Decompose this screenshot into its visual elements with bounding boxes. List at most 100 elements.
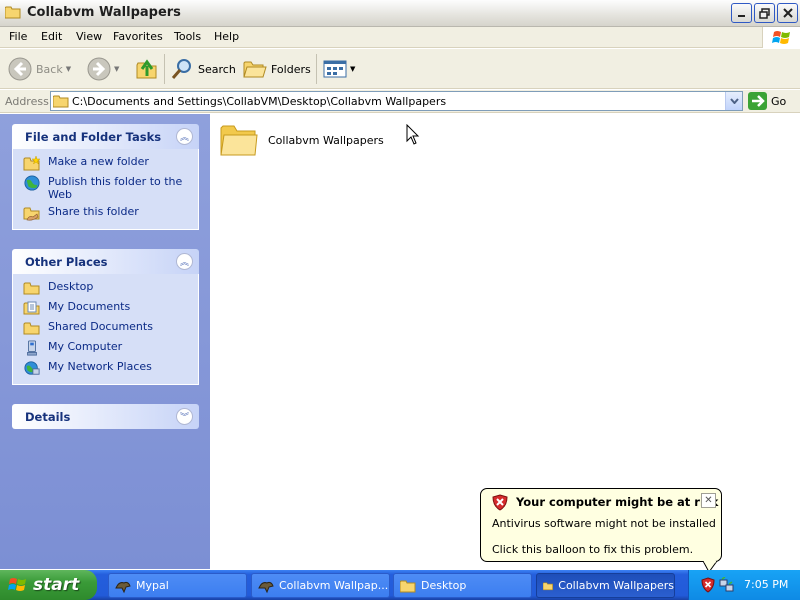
place-label[interactable]: Shared Documents [48, 320, 153, 333]
panel-header[interactable]: File and Folder Tasks ︽ [12, 124, 199, 149]
menu-favorites[interactable]: Favorites [113, 30, 163, 43]
taskbar-button-collabvm-browser[interactable]: Collabvm Wallpap... [251, 573, 390, 598]
file-folder-tasks-panel: File and Folder Tasks ︽ Make a new folde… [12, 124, 199, 230]
windows-logo-icon [8, 578, 26, 591]
address-bar: Address C:\Documents and Settings\Collab… [0, 90, 800, 113]
collapse-up-icon[interactable]: ︽ [176, 128, 193, 145]
shield-icon [492, 494, 508, 511]
toolbar-separator [316, 54, 317, 84]
folders-icon [243, 61, 267, 78]
taskbar-button-label: Desktop [421, 579, 467, 592]
task-label[interactable]: Make a new folder [48, 155, 149, 168]
folder-icon [543, 581, 553, 590]
menu-tools[interactable]: Tools [174, 30, 201, 43]
menu-help[interactable]: Help [214, 30, 239, 43]
collapse-up-icon[interactable]: ︽ [176, 253, 193, 270]
folder-icon [400, 580, 416, 592]
place-label[interactable]: My Computer [48, 340, 122, 353]
address-path: C:\Documents and Settings\CollabVM\Deskt… [72, 95, 447, 108]
chevron-down-icon[interactable]: ▼ [66, 65, 71, 73]
address-label: Address [5, 95, 49, 108]
panel-title: Other Places [25, 255, 108, 269]
go-button[interactable]: Go [748, 92, 786, 110]
place-label[interactable]: My Documents [48, 300, 130, 313]
panel-title: Details [25, 410, 71, 424]
close-icon[interactable]: ✕ [701, 493, 716, 508]
title-bar[interactable]: Collabvm Wallpapers [0, 0, 800, 27]
expand-down-icon[interactable]: ︾ [176, 408, 193, 425]
task-label[interactable]: Publish this folder to the Web [48, 175, 198, 201]
taskbar-button-label: Collabvm Wallpap... [279, 579, 389, 592]
taskbar-button-desktop[interactable]: Desktop [393, 573, 532, 598]
menu-edit[interactable]: Edit [41, 30, 62, 43]
panel-header[interactable]: Other Places ︽ [12, 249, 199, 274]
back-button[interactable]: Back ▼ [8, 54, 71, 84]
task-label[interactable]: Share this folder [48, 205, 139, 218]
place-my-documents[interactable]: My Documents [23, 300, 198, 316]
windows-logo-icon [762, 27, 800, 48]
menu-bar: File Edit View Favorites Tools Help [0, 27, 800, 48]
new-folder-icon [23, 155, 41, 171]
task-pane: File and Folder Tasks ︽ Make a new folde… [0, 114, 210, 569]
forward-arrow-icon [87, 57, 111, 81]
address-dropdown-button[interactable] [725, 92, 742, 110]
balloon-message: Antivirus software might not be installe… [492, 517, 716, 530]
minimize-icon [737, 15, 745, 17]
go-label: Go [771, 94, 787, 108]
place-label[interactable]: Desktop [48, 280, 93, 293]
details-panel: Details ︾ [12, 404, 199, 429]
panel-header[interactable]: Details ︾ [12, 404, 199, 429]
publish-web-icon [24, 175, 40, 191]
folder-item[interactable]: Collabvm Wallpapers [220, 122, 384, 158]
panel-title: File and Folder Tasks [25, 130, 162, 144]
my-computer-icon [27, 340, 37, 356]
place-shared-documents[interactable]: Shared Documents [23, 320, 198, 336]
folder-icon [5, 6, 21, 19]
close-button[interactable] [777, 3, 798, 23]
clock[interactable]: 7:05 PM [744, 578, 788, 591]
maximize-button[interactable] [754, 3, 775, 23]
menu-view[interactable]: View [76, 30, 102, 43]
chevron-down-icon [729, 98, 739, 104]
forward-button[interactable]: ▼ [87, 54, 119, 84]
views-button[interactable]: ▼ [323, 54, 355, 84]
minimize-button[interactable] [731, 3, 752, 23]
system-tray: 7:05 PM [688, 570, 800, 600]
chevron-down-icon[interactable]: ▼ [114, 65, 119, 73]
start-button[interactable]: start [0, 570, 97, 600]
taskbar-button-mypal[interactable]: Mypal [108, 573, 247, 598]
back-arrow-icon [8, 57, 32, 81]
address-input[interactable]: C:\Documents and Settings\CollabVM\Deskt… [50, 91, 743, 111]
menu-file[interactable]: File [9, 30, 27, 43]
place-network-places[interactable]: My Network Places [23, 360, 198, 376]
panel-body: Make a new folder Publish this folder to… [12, 149, 199, 230]
place-my-computer[interactable]: My Computer [23, 340, 198, 356]
go-arrow-icon [748, 92, 767, 110]
up-folder-button[interactable] [135, 54, 159, 84]
toolbar: Back ▼ ▼ Search Folders ▼ [0, 49, 800, 89]
mypal-app-icon [258, 581, 274, 593]
place-desktop[interactable]: Desktop [23, 280, 198, 296]
my-documents-icon [23, 301, 40, 315]
security-alert-icon[interactable] [701, 577, 715, 593]
toolbar-separator [164, 54, 165, 84]
folders-button[interactable]: Folders [243, 54, 311, 84]
window-title: Collabvm Wallpapers [27, 5, 181, 20]
search-button[interactable]: Search [170, 54, 236, 84]
task-make-new-folder[interactable]: Make a new folder [23, 155, 198, 171]
taskbar-button-collabvm-wallpapers[interactable]: Collabvm Wallpapers [536, 573, 675, 598]
maximize-icon [759, 7, 770, 19]
folders-label: Folders [271, 62, 311, 76]
task-publish-folder[interactable]: Publish this folder to the Web [23, 175, 198, 201]
other-places-panel: Other Places ︽ Desktop My Documents Shar… [12, 249, 199, 385]
search-icon [171, 59, 191, 79]
chevron-down-icon[interactable]: ▼ [350, 65, 355, 73]
shared-documents-icon [23, 322, 40, 335]
desktop-folder-icon [23, 282, 40, 295]
place-label[interactable]: My Network Places [48, 360, 152, 373]
mypal-app-icon [115, 581, 131, 593]
network-icon[interactable] [719, 577, 735, 593]
security-balloon[interactable]: Your computer might be at risk ✕ Antivir… [480, 488, 722, 573]
task-share-folder[interactable]: Share this folder [23, 205, 198, 221]
views-icon [323, 60, 347, 78]
